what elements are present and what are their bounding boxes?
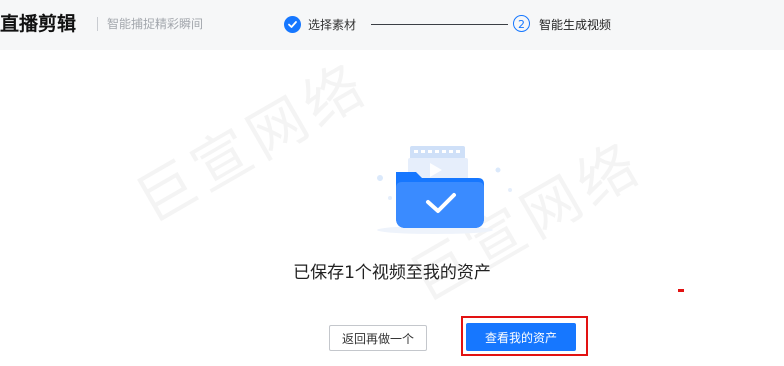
make-another-button[interactable]: 返回再做一个 [329, 325, 427, 351]
step-2-label: 智能生成视频 [539, 18, 612, 32]
video-folder-checkmark-icon [350, 130, 520, 240]
header-bar: 直播剪辑 智能捕捉精彩瞬间 选择素材 2 智能生成视频 [0, 0, 784, 50]
save-success-message: 已保存1个视频至我的资产 [293, 263, 491, 283]
brand-divider [97, 17, 98, 31]
step-2-number-icon: 2 [513, 15, 530, 32]
step-1-label: 选择素材 [308, 18, 357, 32]
step-completed-check-icon [284, 16, 301, 33]
watermark-text: 巨宣网络 [118, 38, 382, 239]
view-my-assets-button[interactable]: 查看我的资产 [466, 323, 576, 351]
step-connector-line [371, 24, 508, 25]
brand-tagline: 智能捕捉精彩瞬间 [107, 17, 204, 31]
annotation-mark [678, 289, 684, 292]
brand-logo: 直播剪辑 [0, 13, 77, 35]
